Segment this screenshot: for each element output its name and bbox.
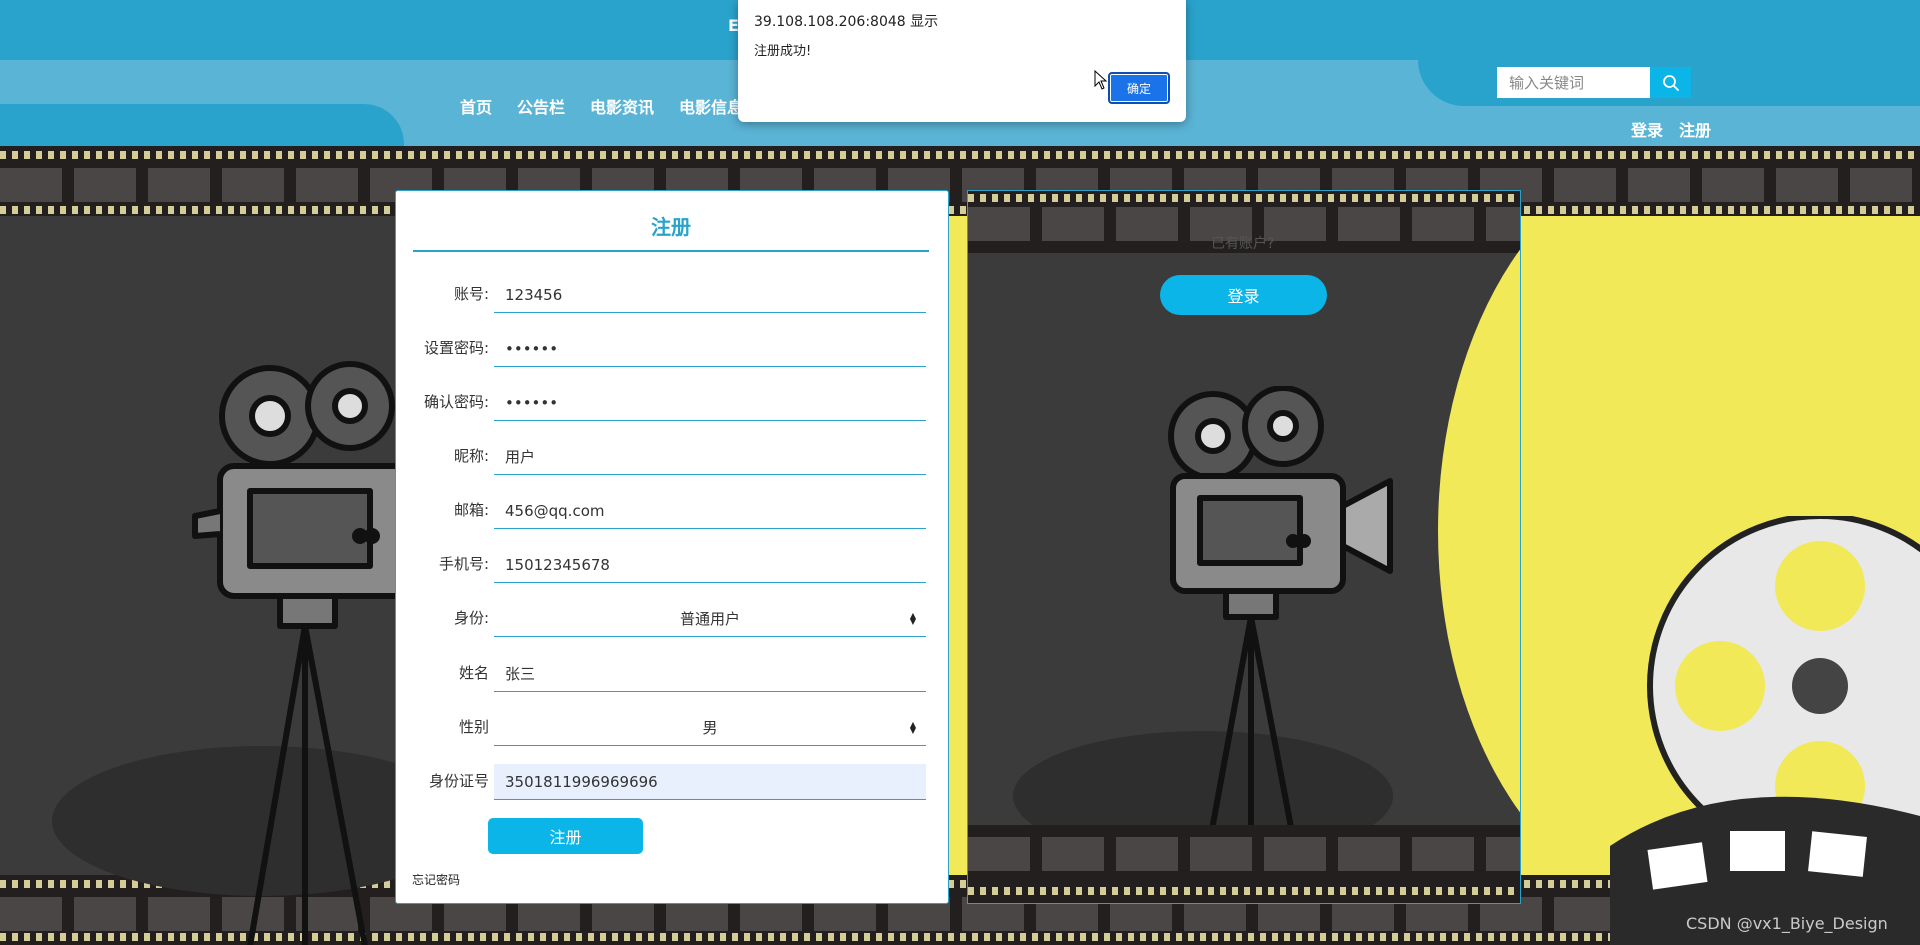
panel-spotlight [1438, 191, 1520, 903]
existing-account-hint: 已有账户? [1211, 236, 1275, 252]
main-nav: 首页 公告栏 电影资讯 电影信息 [460, 94, 743, 118]
movie-camera-illustration [192, 361, 413, 945]
register-link[interactable]: 注册 [1679, 117, 1711, 141]
film-reel-illustration [1610, 516, 1920, 945]
background-scene [0, 146, 1920, 945]
form-row-account: 账号: 123456 [396, 271, 950, 325]
form-row-confirm-password: 确认密码: •••••• [396, 379, 950, 433]
nav-movie-news[interactable]: 电影资讯 [590, 94, 654, 118]
name-label: 姓名 [458, 664, 489, 682]
search-button[interactable] [1650, 67, 1691, 98]
form-row-id-number: 身份证号 3501811996969696 [396, 758, 950, 812]
search-icon [1662, 74, 1679, 91]
login-panel: 已有账户? 登录 [967, 190, 1521, 904]
filmstrip-top [0, 146, 1920, 216]
account-input[interactable]: 123456 [494, 277, 926, 313]
dialog-origin: 39.108.108.206:8048 显示 [754, 14, 939, 30]
mouse-cursor-icon [1094, 70, 1108, 90]
auth-links: 登录 注册 [1631, 117, 1711, 141]
password-label: 设置密码: [423, 339, 489, 357]
search-input[interactable] [1497, 67, 1650, 98]
role-selected-value: 普通用户 [679, 610, 740, 628]
register-submit-button[interactable]: 注册 [488, 818, 643, 854]
alert-dialog: 39.108.108.206:8048 显示 注册成功! 确定 [738, 0, 1186, 122]
gender-selected-value: 男 [702, 719, 718, 737]
id-number-label: 身份证号 [428, 772, 489, 790]
form-row-nickname: 昵称: 用户 [396, 433, 950, 487]
register-title: 注册 [413, 211, 929, 252]
role-label: 身份: [453, 609, 489, 627]
email-label: 邮箱: [453, 501, 489, 519]
nickname-input[interactable]: 用户 [494, 439, 926, 475]
register-card: 注册 账号: 123456 设置密码: •••••• 确认密码: •••••• … [395, 190, 949, 904]
gender-select[interactable]: 男 ▲ ▼ [494, 710, 926, 746]
phone-label: 手机号: [438, 555, 489, 573]
id-number-input[interactable]: 3501811996969696 [494, 764, 926, 800]
form-row-password: 设置密码: •••••• [396, 325, 950, 379]
panel-filmstrip-bottom [968, 825, 1520, 903]
form-row-email: 邮箱: 456@qq.com [396, 487, 950, 541]
confirm-password-label: 确认密码: [423, 393, 489, 411]
nav-movie-info[interactable]: 电影信息 [679, 94, 743, 118]
nav-home[interactable]: 首页 [460, 94, 492, 118]
form-row-role: 身份: 普通用户 ▲ ▼ [396, 595, 950, 649]
phone-input[interactable]: 15012345678 [494, 547, 926, 583]
select-arrows-icon: ▲ ▼ [909, 720, 916, 735]
search-box [1497, 67, 1691, 98]
select-arrows-icon: ▲ ▼ [909, 611, 916, 626]
form-row-name: 姓名 张三 [396, 650, 950, 704]
nickname-label: 昵称: [453, 447, 489, 465]
watermark: CSDN @vx1_Biye_Design [1686, 914, 1888, 933]
dialog-message: 注册成功! [754, 44, 812, 59]
login-link[interactable]: 登录 [1631, 117, 1663, 141]
role-select[interactable]: 普通用户 ▲ ▼ [494, 601, 926, 637]
nav-notice-board[interactable]: 公告栏 [517, 94, 565, 118]
confirm-password-input[interactable]: •••••• [494, 385, 926, 421]
form-row-phone: 手机号: 15012345678 [396, 541, 950, 595]
email-input[interactable]: 456@qq.com [494, 493, 926, 529]
dialog-ok-button[interactable]: 确定 [1108, 72, 1170, 104]
name-input[interactable]: 张三 [494, 656, 926, 692]
account-label: 账号: [453, 285, 489, 303]
forgot-password-link[interactable]: 忘记密码 [412, 871, 460, 888]
password-input[interactable]: •••••• [494, 331, 926, 367]
gender-label: 性别 [458, 718, 489, 736]
form-row-gender: 性别 男 ▲ ▼ [396, 704, 950, 758]
login-button[interactable]: 登录 [1160, 275, 1327, 315]
